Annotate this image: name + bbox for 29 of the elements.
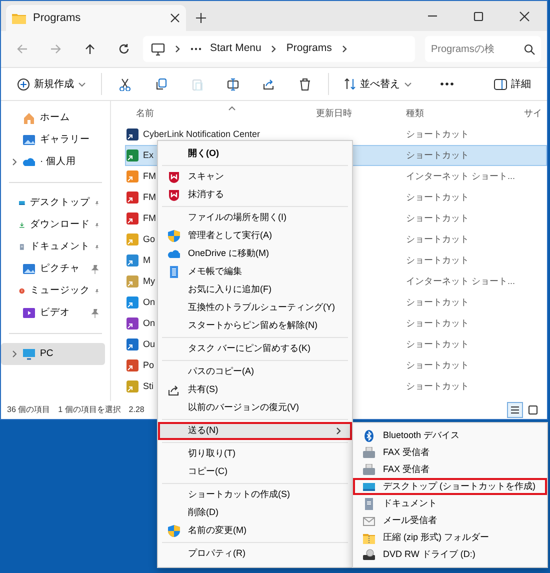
item-count: 36 個の項目	[7, 404, 50, 416]
file-type: ショートカット	[406, 358, 470, 372]
file-name: On	[143, 296, 156, 309]
file-name: FM	[143, 212, 156, 225]
file-type: ショートカット	[406, 338, 470, 351]
file-name: Ex	[143, 148, 154, 162]
file-name: Sti	[143, 380, 154, 393]
file-type: ショートカット	[406, 254, 470, 267]
file-type: ショートカット	[406, 296, 470, 309]
file-name: My	[143, 274, 155, 288]
file-type: ショートカット	[406, 380, 470, 393]
file-type: インターネット ショート...	[406, 170, 516, 183]
file-name: M	[143, 254, 150, 267]
file-name: FM	[143, 190, 156, 204]
file-name: Ou	[143, 338, 156, 351]
file-name: Go	[143, 232, 156, 246]
file-type: インターネット ショート...	[406, 274, 516, 288]
file-name: On	[143, 316, 156, 330]
file-type: ショートカット	[406, 190, 470, 204]
file-name: CyberLink Notification Center	[143, 128, 260, 141]
file-type: ショートカット	[406, 232, 470, 246]
file-type: ショートカット	[406, 148, 470, 162]
file-type: ショートカット	[406, 128, 470, 141]
file-type: ショートカット	[406, 316, 470, 330]
selection-info: 1 個の項目を選択	[58, 404, 121, 416]
selection-size: 2.28	[128, 404, 144, 416]
file-name: FM	[143, 170, 156, 183]
file-name: Po	[143, 358, 154, 372]
file-type: ショートカット	[406, 212, 470, 225]
